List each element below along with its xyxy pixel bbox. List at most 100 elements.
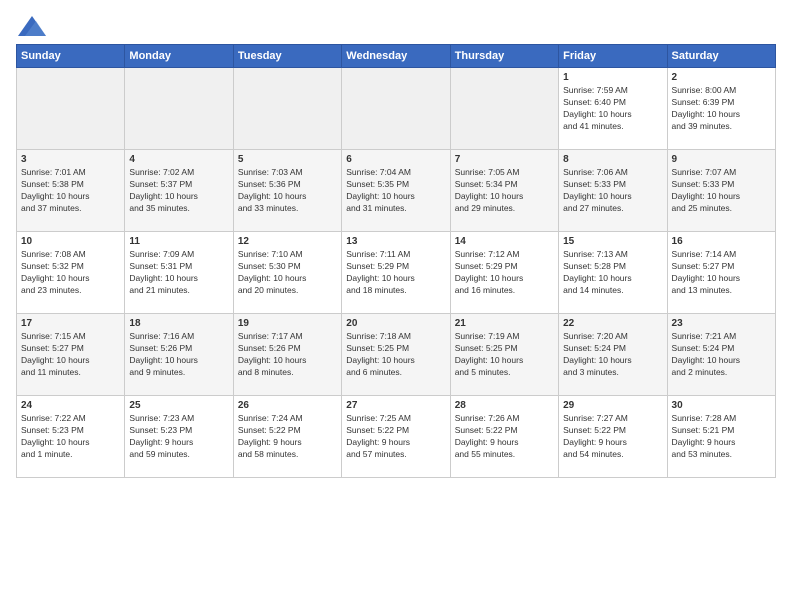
day-info: Sunrise: 7:21 AM Sunset: 5:24 PM Dayligh… <box>672 331 771 379</box>
calendar-cell: 28 Sunrise: 7:26 AM Sunset: 5:22 PM Dayli… <box>450 396 558 478</box>
day-number: 19 <box>238 318 337 329</box>
calendar-cell: 10Sunrise: 7:08 AM Sunset: 5:32 PM Dayli… <box>17 232 125 314</box>
day-number: 6 <box>346 154 445 165</box>
day-number: 15 <box>563 236 662 247</box>
day-number: 11 <box>129 236 228 247</box>
day-info: Sunrise: 7:14 AM Sunset: 5:27 PM Dayligh… <box>672 249 771 297</box>
calendar-cell: 12 Sunrise: 7:10 AM Sunset: 5:30 PM Dayli… <box>233 232 341 314</box>
day-info: Sunrise: 7:11 AM Sunset: 5:29 PM Dayligh… <box>346 249 445 297</box>
day-info: Sunrise: 7:05 AM Sunset: 5:34 PM Dayligh… <box>455 167 554 215</box>
week-row-4: 17 Sunrise: 7:15 AM Sunset: 5:27 PM Dayli… <box>17 314 776 396</box>
col-header-saturday: Saturday <box>667 45 775 68</box>
calendar-cell <box>233 68 341 150</box>
day-number: 26 <box>238 400 337 411</box>
calendar-cell: 18Sunrise: 7:16 AM Sunset: 5:26 PM Dayli… <box>125 314 233 396</box>
day-number: 9 <box>672 154 771 165</box>
day-info: Sunrise: 7:01 AM Sunset: 5:38 PM Dayligh… <box>21 167 120 215</box>
header-row: SundayMondayTuesdayWednesdayThursdayFrid… <box>17 45 776 68</box>
calendar-cell: 11 Sunrise: 7:09 AM Sunset: 5:31 PM Dayli… <box>125 232 233 314</box>
col-header-wednesday: Wednesday <box>342 45 450 68</box>
calendar-cell: 6 Sunrise: 7:04 AM Sunset: 5:35 PM Daylig… <box>342 150 450 232</box>
logo-icon <box>18 16 46 36</box>
week-row-5: 24Sunrise: 7:22 AM Sunset: 5:23 PM Dayli… <box>17 396 776 478</box>
logo-container <box>16 16 46 36</box>
col-header-sunday: Sunday <box>17 45 125 68</box>
col-header-thursday: Thursday <box>450 45 558 68</box>
day-info: Sunrise: 7:17 AM Sunset: 5:26 PM Dayligh… <box>238 331 337 379</box>
calendar-cell <box>450 68 558 150</box>
calendar-cell <box>125 68 233 150</box>
day-number: 28 <box>455 400 554 411</box>
day-info: Sunrise: 7:04 AM Sunset: 5:35 PM Dayligh… <box>346 167 445 215</box>
day-number: 21 <box>455 318 554 329</box>
day-info: Sunrise: 7:09 AM Sunset: 5:31 PM Dayligh… <box>129 249 228 297</box>
calendar-cell: 15Sunrise: 7:13 AM Sunset: 5:28 PM Dayli… <box>559 232 667 314</box>
day-number: 24 <box>21 400 120 411</box>
day-info: Sunrise: 7:18 AM Sunset: 5:25 PM Dayligh… <box>346 331 445 379</box>
calendar-table: SundayMondayTuesdayWednesdayThursdayFrid… <box>16 44 776 478</box>
day-info: Sunrise: 7:24 AM Sunset: 5:22 PM Dayligh… <box>238 413 337 461</box>
calendar-cell: 17 Sunrise: 7:15 AM Sunset: 5:27 PM Dayli… <box>17 314 125 396</box>
day-number: 5 <box>238 154 337 165</box>
calendar-cell: 20 Sunrise: 7:18 AM Sunset: 5:25 PM Dayli… <box>342 314 450 396</box>
calendar-cell: 30 Sunrise: 7:28 AM Sunset: 5:21 PM Dayli… <box>667 396 775 478</box>
calendar-cell: 25Sunrise: 7:23 AM Sunset: 5:23 PM Dayli… <box>125 396 233 478</box>
calendar-cell: 3 Sunrise: 7:01 AM Sunset: 5:38 PM Daylig… <box>17 150 125 232</box>
calendar-cell: 2 Sunrise: 8:00 AM Sunset: 6:39 PM Daylig… <box>667 68 775 150</box>
day-info: Sunrise: 7:28 AM Sunset: 5:21 PM Dayligh… <box>672 413 771 461</box>
day-number: 13 <box>346 236 445 247</box>
day-info: Sunrise: 8:00 AM Sunset: 6:39 PM Dayligh… <box>672 85 771 133</box>
day-info: Sunrise: 7:06 AM Sunset: 5:33 PM Dayligh… <box>563 167 662 215</box>
week-row-2: 3 Sunrise: 7:01 AM Sunset: 5:38 PM Daylig… <box>17 150 776 232</box>
calendar-cell: 19 Sunrise: 7:17 AM Sunset: 5:26 PM Dayli… <box>233 314 341 396</box>
day-info: Sunrise: 7:07 AM Sunset: 5:33 PM Dayligh… <box>672 167 771 215</box>
day-info: Sunrise: 7:12 AM Sunset: 5:29 PM Dayligh… <box>455 249 554 297</box>
day-number: 12 <box>238 236 337 247</box>
logo-text <box>16 16 46 36</box>
day-info: Sunrise: 7:16 AM Sunset: 5:26 PM Dayligh… <box>129 331 228 379</box>
calendar-cell: 26 Sunrise: 7:24 AM Sunset: 5:22 PM Dayli… <box>233 396 341 478</box>
col-header-friday: Friday <box>559 45 667 68</box>
day-number: 16 <box>672 236 771 247</box>
day-info: Sunrise: 7:03 AM Sunset: 5:36 PM Dayligh… <box>238 167 337 215</box>
day-info: Sunrise: 7:26 AM Sunset: 5:22 PM Dayligh… <box>455 413 554 461</box>
calendar-cell: 13 Sunrise: 7:11 AM Sunset: 5:29 PM Dayli… <box>342 232 450 314</box>
day-info: Sunrise: 7:20 AM Sunset: 5:24 PM Dayligh… <box>563 331 662 379</box>
calendar-cell: 9 Sunrise: 7:07 AM Sunset: 5:33 PM Daylig… <box>667 150 775 232</box>
calendar-cell: 7 Sunrise: 7:05 AM Sunset: 5:34 PM Daylig… <box>450 150 558 232</box>
calendar-cell: 5 Sunrise: 7:03 AM Sunset: 5:36 PM Daylig… <box>233 150 341 232</box>
day-number: 8 <box>563 154 662 165</box>
calendar-cell: 22Sunrise: 7:20 AM Sunset: 5:24 PM Dayli… <box>559 314 667 396</box>
calendar-cell: 4 Sunrise: 7:02 AM Sunset: 5:37 PM Daylig… <box>125 150 233 232</box>
day-number: 20 <box>346 318 445 329</box>
day-number: 17 <box>21 318 120 329</box>
calendar-cell: 29 Sunrise: 7:27 AM Sunset: 5:22 PM Dayli… <box>559 396 667 478</box>
day-number: 30 <box>672 400 771 411</box>
calendar-cell: 8 Sunrise: 7:06 AM Sunset: 5:33 PM Daylig… <box>559 150 667 232</box>
day-number: 23 <box>672 318 771 329</box>
day-number: 29 <box>563 400 662 411</box>
day-number: 1 <box>563 72 662 83</box>
day-number: 2 <box>672 72 771 83</box>
day-info: Sunrise: 7:19 AM Sunset: 5:25 PM Dayligh… <box>455 331 554 379</box>
day-info: Sunrise: 7:59 AM Sunset: 6:40 PM Dayligh… <box>563 85 662 133</box>
day-number: 7 <box>455 154 554 165</box>
page-container: SundayMondayTuesdayWednesdayThursdayFrid… <box>0 0 792 488</box>
calendar-cell: 1 Sunrise: 7:59 AM Sunset: 6:40 PM Daylig… <box>559 68 667 150</box>
calendar-cell <box>17 68 125 150</box>
day-info: Sunrise: 7:15 AM Sunset: 5:27 PM Dayligh… <box>21 331 120 379</box>
calendar-cell: 24Sunrise: 7:22 AM Sunset: 5:23 PM Dayli… <box>17 396 125 478</box>
calendar-cell: 23 Sunrise: 7:21 AM Sunset: 5:24 PM Dayli… <box>667 314 775 396</box>
calendar-cell: 16 Sunrise: 7:14 AM Sunset: 5:27 PM Dayli… <box>667 232 775 314</box>
calendar-cell: 27Sunrise: 7:25 AM Sunset: 5:22 PM Dayli… <box>342 396 450 478</box>
day-number: 3 <box>21 154 120 165</box>
day-info: Sunrise: 7:27 AM Sunset: 5:22 PM Dayligh… <box>563 413 662 461</box>
day-info: Sunrise: 7:02 AM Sunset: 5:37 PM Dayligh… <box>129 167 228 215</box>
day-number: 4 <box>129 154 228 165</box>
day-number: 25 <box>129 400 228 411</box>
calendar-cell: 21 Sunrise: 7:19 AM Sunset: 5:25 PM Dayli… <box>450 314 558 396</box>
calendar-cell <box>342 68 450 150</box>
day-number: 10 <box>21 236 120 247</box>
col-header-monday: Monday <box>125 45 233 68</box>
day-info: Sunrise: 7:10 AM Sunset: 5:30 PM Dayligh… <box>238 249 337 297</box>
